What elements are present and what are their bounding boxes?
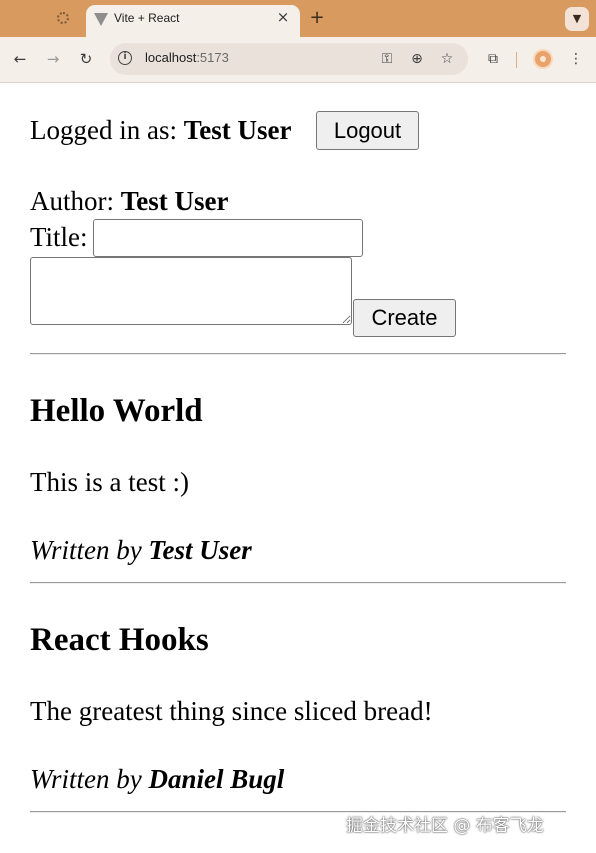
post-author: Test User (148, 535, 252, 565)
tab-inactive[interactable] (40, 8, 84, 30)
url-text[interactable]: localhost:5173 (145, 50, 229, 65)
title-input[interactable] (93, 219, 363, 257)
reload-button[interactable]: ↻ (75, 48, 97, 70)
page-content: Logged in as: Test User Logout Author: T… (0, 83, 596, 853)
post-byline: Written by Daniel Bugl (30, 764, 285, 794)
divider (30, 353, 566, 355)
divider (30, 582, 566, 584)
logout-button[interactable]: Logout (316, 111, 419, 150)
logged-in-username: Test User (183, 115, 292, 145)
tab-search-icon[interactable]: ▼ (565, 7, 589, 31)
create-button[interactable]: Create (353, 299, 456, 337)
new-tab-button[interactable]: + (306, 7, 328, 29)
watermark-text: 掘金技术社区 @ 布客飞龙 (346, 816, 544, 836)
post-byline: Written by Test User (30, 535, 252, 565)
post-title: Hello World (30, 393, 203, 429)
login-status: Logged in as: Test User (30, 115, 292, 145)
bookmark-star-icon[interactable]: ☆ (436, 48, 458, 70)
toolbar-divider (516, 52, 517, 68)
post-content: This is a test :) (30, 467, 189, 497)
password-key-icon[interactable]: ⚿ (376, 48, 398, 70)
forward-button[interactable]: → (42, 48, 64, 70)
tab-title: Vite + React (114, 11, 180, 25)
address-bar[interactable]: i localhost:5173 ⚿ ⊕ ☆ (110, 43, 468, 75)
menu-kebab-icon[interactable]: ⋮ (565, 48, 587, 70)
close-tab-icon[interactable]: × (274, 8, 292, 26)
post-content: The greatest thing since sliced bread! (30, 696, 433, 726)
vite-favicon-icon (94, 13, 108, 26)
author-name: Test User (120, 186, 229, 216)
author-line: Author: Test User (30, 186, 229, 216)
back-button[interactable]: ← (9, 48, 31, 70)
site-info-icon[interactable]: i (118, 51, 132, 65)
loading-favicon-icon (57, 12, 69, 24)
tab-strip: Vite + React × + ▼ (0, 0, 596, 37)
content-textarea[interactable] (30, 257, 352, 325)
tab-vite-react[interactable]: Vite + React × (86, 5, 300, 37)
post-title: React Hooks (30, 622, 209, 658)
post-author: Daniel Bugl (148, 764, 285, 794)
profile-avatar-icon[interactable] (533, 49, 553, 69)
extensions-icon[interactable]: ⧉ (482, 48, 504, 70)
zoom-icon[interactable]: ⊕ (406, 48, 428, 70)
browser-toolbar: ← → ↻ i localhost:5173 ⚿ ⊕ ☆ ⧉ ⋮ (0, 37, 596, 83)
title-label: Title: (30, 222, 88, 252)
